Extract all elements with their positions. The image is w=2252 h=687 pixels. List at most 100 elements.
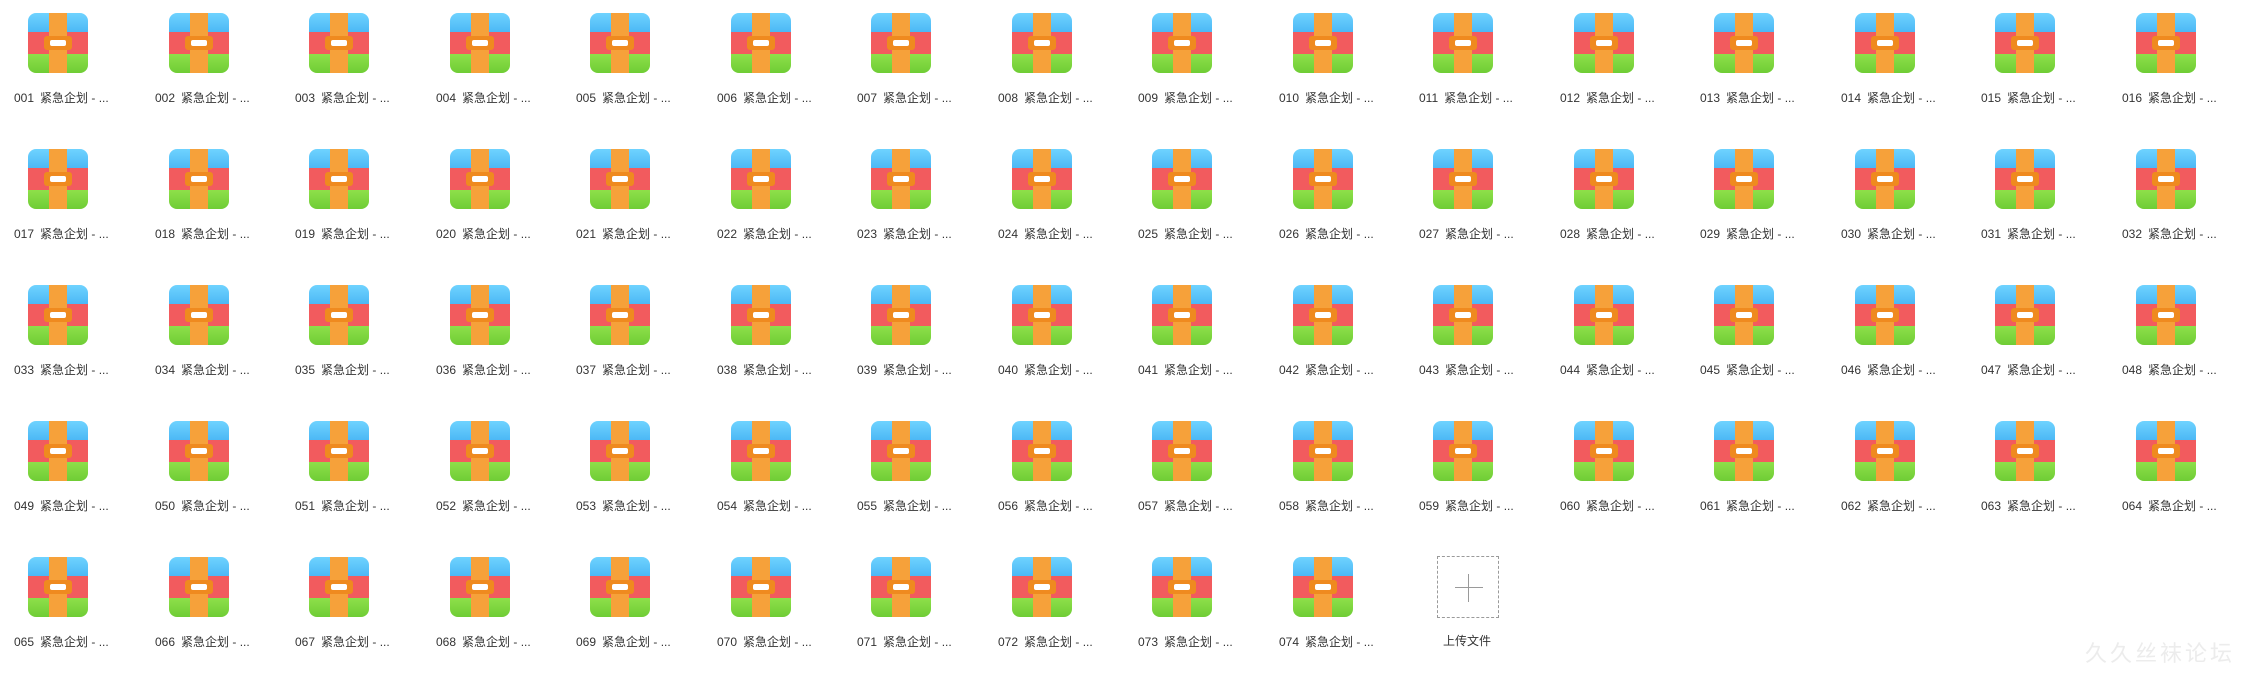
- plus-icon[interactable]: [1437, 556, 1499, 618]
- file-item[interactable]: 063 紧急企划 - ...: [1955, 421, 2076, 531]
- archive-file-icon: [1574, 285, 1634, 345]
- file-item[interactable]: 031 紧急企划 - ...: [1955, 149, 2076, 259]
- file-number: 036: [436, 363, 457, 377]
- file-number: 069: [576, 635, 597, 649]
- file-item[interactable]: 054 紧急企划 - ...: [691, 421, 812, 531]
- file-item[interactable]: 043 紧急企划 - ...: [1393, 285, 1514, 395]
- file-item[interactable]: 038 紧急企划 - ...: [691, 285, 812, 395]
- file-item[interactable]: 017 紧急企划 - ...: [0, 149, 109, 259]
- file-item[interactable]: 071 紧急企划 - ...: [831, 557, 952, 667]
- file-item[interactable]: 020 紧急企划 - ...: [410, 149, 531, 259]
- upload-file-button[interactable]: 上传文件: [1437, 556, 1557, 666]
- file-number: 065: [14, 635, 35, 649]
- archive-file-icon: [1433, 13, 1493, 73]
- file-item[interactable]: 072 紧急企划 - ...: [972, 557, 1093, 667]
- file-item[interactable]: 044 紧急企划 - ...: [1534, 285, 1655, 395]
- file-item[interactable]: 032 紧急企划 - ...: [2096, 149, 2217, 259]
- file-item[interactable]: 040 紧急企划 - ...: [972, 285, 1093, 395]
- file-item[interactable]: 029 紧急企划 - ...: [1674, 149, 1795, 259]
- file-item[interactable]: 026 紧急企划 - ...: [1253, 149, 1374, 259]
- file-item[interactable]: 047 紧急企划 - ...: [1955, 285, 2076, 395]
- file-item[interactable]: 023 紧急企划 - ...: [831, 149, 952, 259]
- file-item[interactable]: 019 紧急企划 - ...: [269, 149, 390, 259]
- file-item[interactable]: 025 紧急企划 - ...: [1112, 149, 1233, 259]
- file-item[interactable]: 074 紧急企划 - ...: [1253, 557, 1374, 667]
- file-item[interactable]: 056 紧急企划 - ...: [972, 421, 1093, 531]
- file-item[interactable]: 014 紧急企划 - ...: [1815, 13, 1936, 123]
- file-item[interactable]: 021 紧急企划 - ...: [550, 149, 671, 259]
- file-item[interactable]: 037 紧急企划 - ...: [550, 285, 671, 395]
- file-item[interactable]: 073 紧急企划 - ...: [1112, 557, 1233, 667]
- file-item[interactable]: 018 紧急企划 - ...: [129, 149, 250, 259]
- file-item[interactable]: 052 紧急企划 - ...: [410, 421, 531, 531]
- file-item[interactable]: 015 紧急企划 - ...: [1955, 13, 2076, 123]
- file-number: 034: [155, 363, 176, 377]
- file-item[interactable]: 034 紧急企划 - ...: [129, 285, 250, 395]
- file-item[interactable]: 024 紧急企划 - ...: [972, 149, 1093, 259]
- file-item[interactable]: 011 紧急企划 - ...: [1393, 13, 1513, 123]
- file-item[interactable]: 027 紧急企划 - ...: [1393, 149, 1514, 259]
- file-item[interactable]: 033 紧急企划 - ...: [0, 285, 109, 395]
- file-item[interactable]: 069 紧急企划 - ...: [550, 557, 671, 667]
- file-item[interactable]: 062 紧急企划 - ...: [1815, 421, 1936, 531]
- file-item[interactable]: 051 紧急企划 - ...: [269, 421, 390, 531]
- file-number: 026: [1279, 227, 1300, 241]
- file-item[interactable]: 053 紧急企划 - ...: [550, 421, 671, 531]
- upload-label: 上传文件: [1443, 634, 1492, 648]
- file-number: 011: [1419, 91, 1439, 105]
- file-title: 紧急企划 - ...: [1305, 499, 1374, 513]
- file-item[interactable]: 039 紧急企划 - ...: [831, 285, 952, 395]
- file-item[interactable]: 059 紧急企划 - ...: [1393, 421, 1514, 531]
- file-item[interactable]: 010 紧急企划 - ...: [1253, 13, 1374, 123]
- file-number: 059: [1419, 499, 1440, 513]
- file-item[interactable]: 030 紧急企划 - ...: [1815, 149, 1936, 259]
- file-item[interactable]: 060 紧急企划 - ...: [1534, 421, 1655, 531]
- file-item[interactable]: 022 紧急企划 - ...: [691, 149, 812, 259]
- file-title: 紧急企划 - ...: [2007, 91, 2076, 105]
- file-item[interactable]: 016 紧急企划 - ...: [2096, 13, 2217, 123]
- file-item[interactable]: 007 紧急企划 - ...: [831, 13, 952, 123]
- file-item[interactable]: 057 紧急企划 - ...: [1112, 421, 1233, 531]
- file-item[interactable]: 013 紧急企划 - ...: [1674, 13, 1795, 123]
- file-item[interactable]: 064 紧急企划 - ...: [2096, 421, 2217, 531]
- file-item[interactable]: 012 紧急企划 - ...: [1534, 13, 1655, 123]
- file-number: 066: [155, 635, 176, 649]
- file-item[interactable]: 067 紧急企划 - ...: [269, 557, 390, 667]
- file-title: 紧急企划 - ...: [1164, 635, 1233, 649]
- archive-file-icon: [450, 13, 510, 73]
- file-item[interactable]: 046 紧急企划 - ...: [1815, 285, 1936, 395]
- file-item[interactable]: 028 紧急企划 - ...: [1534, 149, 1655, 259]
- file-item[interactable]: 005 紧急企划 - ...: [550, 13, 671, 123]
- file-number: 037: [576, 363, 597, 377]
- file-item[interactable]: 066 紧急企划 - ...: [129, 557, 250, 667]
- file-item[interactable]: 042 紧急企划 - ...: [1253, 285, 1374, 395]
- file-item[interactable]: 058 紧急企划 - ...: [1253, 421, 1374, 531]
- file-title: 紧急企划 - ...: [883, 91, 952, 105]
- file-number: 072: [998, 635, 1019, 649]
- file-item[interactable]: 045 紧急企划 - ...: [1674, 285, 1795, 395]
- file-title: 紧急企划 - ...: [1024, 91, 1093, 105]
- file-item[interactable]: 036 紧急企划 - ...: [410, 285, 531, 395]
- file-name: 074 紧急企划 - ...: [1279, 633, 1419, 650]
- watermark: 久久丝袜论坛: [2085, 641, 2236, 666]
- file-item[interactable]: 065 紧急企划 - ...: [0, 557, 109, 667]
- file-number: 007: [857, 91, 878, 105]
- file-number: 023: [857, 227, 878, 241]
- file-item[interactable]: 041 紧急企划 - ...: [1112, 285, 1233, 395]
- file-item[interactable]: 068 紧急企划 - ...: [410, 557, 531, 667]
- file-item[interactable]: 049 紧急企划 - ...: [0, 421, 109, 531]
- file-item[interactable]: 001 紧急企划 - ...: [0, 13, 109, 123]
- file-item[interactable]: 002 紧急企划 - ...: [129, 13, 250, 123]
- file-item[interactable]: 008 紧急企划 - ...: [972, 13, 1093, 123]
- file-item[interactable]: 070 紧急企划 - ...: [691, 557, 812, 667]
- file-item[interactable]: 055 紧急企划 - ...: [831, 421, 952, 531]
- file-item[interactable]: 003 紧急企划 - ...: [269, 13, 390, 123]
- file-item[interactable]: 050 紧急企划 - ...: [129, 421, 250, 531]
- file-item[interactable]: 006 紧急企划 - ...: [691, 13, 812, 123]
- file-item[interactable]: 048 紧急企划 - ...: [2096, 285, 2217, 395]
- archive-file-icon: [731, 557, 791, 617]
- file-item[interactable]: 004 紧急企划 - ...: [410, 13, 531, 123]
- file-item[interactable]: 061 紧急企划 - ...: [1674, 421, 1795, 531]
- file-item[interactable]: 035 紧急企划 - ...: [269, 285, 390, 395]
- file-item[interactable]: 009 紧急企划 - ...: [1112, 13, 1233, 123]
